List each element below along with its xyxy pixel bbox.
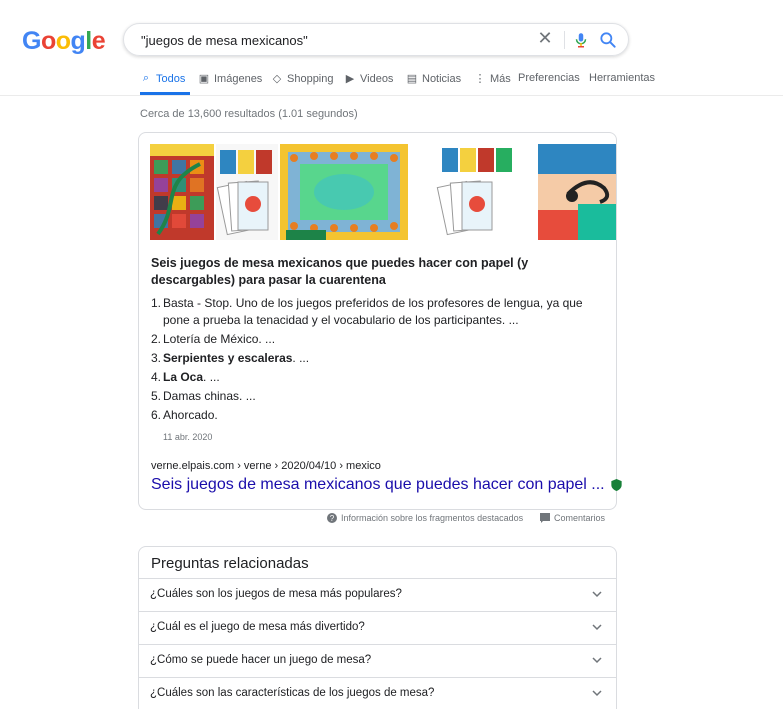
loteria-cards-image[interactable] bbox=[412, 144, 536, 240]
tab-mas[interactable]: ⋮ Más bbox=[474, 72, 511, 86]
logo-letter: G bbox=[22, 27, 41, 55]
la-oca-board-image[interactable] bbox=[280, 144, 408, 240]
featured-images[interactable] bbox=[150, 144, 616, 240]
featured-list: 1. Basta - Stop. Uno de los juegos prefe… bbox=[151, 295, 606, 424]
snippet-date: 11 abr. 2020 bbox=[163, 432, 213, 442]
logo-letter: e bbox=[91, 27, 106, 55]
tab-noticias[interactable]: ▤ Noticias bbox=[406, 72, 461, 86]
logo-letter: o bbox=[55, 27, 71, 55]
list-item: 3. Serpientes y escaleras. ... bbox=[151, 351, 310, 365]
list-item: 1. Basta - Stop. Uno de los juegos prefe… bbox=[151, 296, 583, 327]
related-question[interactable]: ¿Cuáles son las características de los j… bbox=[139, 677, 616, 710]
list-item: 4. La Oca. ... bbox=[151, 370, 220, 384]
tag-icon: ◇ bbox=[272, 73, 282, 85]
loteria-cards-image[interactable] bbox=[216, 144, 278, 240]
logo-letter: o bbox=[40, 27, 56, 55]
list-item: 5. Damas chinas. ... bbox=[151, 389, 256, 403]
list-item: 2. Lotería de México. ... bbox=[151, 332, 276, 346]
tab-preferencias[interactable]: Preferencias bbox=[518, 72, 580, 84]
mic-icon[interactable] bbox=[572, 30, 590, 50]
serpientes-board-image[interactable] bbox=[150, 144, 214, 240]
tab-todos[interactable]: ⌕ Todos bbox=[140, 72, 185, 85]
search-divider bbox=[564, 31, 565, 49]
header-divider bbox=[0, 95, 783, 96]
result-title-link[interactable]: Seis juegos de mesa mexicanos que puedes… bbox=[151, 476, 622, 494]
related-question[interactable]: ¿Cuáles son los juegos de mesa más popul… bbox=[139, 578, 616, 611]
news-icon: ▤ bbox=[406, 73, 418, 85]
play-icon: ▶ bbox=[345, 73, 355, 85]
tab-herramientas[interactable]: Herramientas bbox=[589, 72, 655, 84]
tab-videos[interactable]: ▶ Videos bbox=[344, 72, 394, 86]
related-question[interactable]: ¿Cuál es el juego de mesa más divertido? bbox=[139, 611, 616, 644]
list-item: 6. Ahorcado. bbox=[151, 408, 218, 422]
svg-text:?: ? bbox=[330, 514, 335, 523]
tab-imagenes[interactable]: ▣ Imágenes bbox=[198, 72, 263, 86]
chevron-down-icon bbox=[592, 624, 602, 631]
google-logo[interactable]: Google bbox=[22, 27, 106, 56]
image-icon: ▣ bbox=[198, 73, 210, 85]
featured-title: Seis juegos de mesa mexicanos que puedes… bbox=[151, 256, 529, 287]
help-icon: ? bbox=[327, 513, 337, 523]
related-question[interactable]: ¿Cómo se puede hacer un juego de mesa? bbox=[139, 644, 616, 677]
search-box[interactable]: "juegos de mesa mexicanos" ✕ bbox=[123, 23, 629, 56]
loteria-scorpion-image[interactable] bbox=[538, 144, 616, 240]
search-input[interactable]: "juegos de mesa mexicanos" bbox=[141, 33, 308, 48]
close-icon[interactable]: ✕ bbox=[534, 28, 556, 49]
search-icon[interactable] bbox=[598, 30, 618, 50]
chevron-down-icon bbox=[592, 591, 602, 598]
search-icon: ⌕ bbox=[142, 72, 150, 84]
chevron-down-icon bbox=[592, 690, 602, 697]
result-url[interactable]: verne.elpais.com › verne › 2020/04/10 › … bbox=[151, 460, 381, 472]
result-stats: Cerca de 13,600 resultados (1.01 segundo… bbox=[140, 108, 358, 120]
related-questions-title: Preguntas relacionadas bbox=[151, 555, 309, 572]
feedback-icon bbox=[540, 513, 550, 523]
chevron-down-icon bbox=[592, 657, 602, 664]
dots-icon: ⋮ bbox=[474, 73, 486, 85]
feedback-link[interactable]: Comentarios bbox=[540, 513, 605, 523]
tab-shopping[interactable]: ◇ Shopping bbox=[271, 72, 334, 86]
shield-icon bbox=[611, 478, 622, 491]
featured-info-link[interactable]: ? Información sobre los fragmentos desta… bbox=[327, 513, 523, 523]
logo-letter: g bbox=[70, 27, 86, 55]
